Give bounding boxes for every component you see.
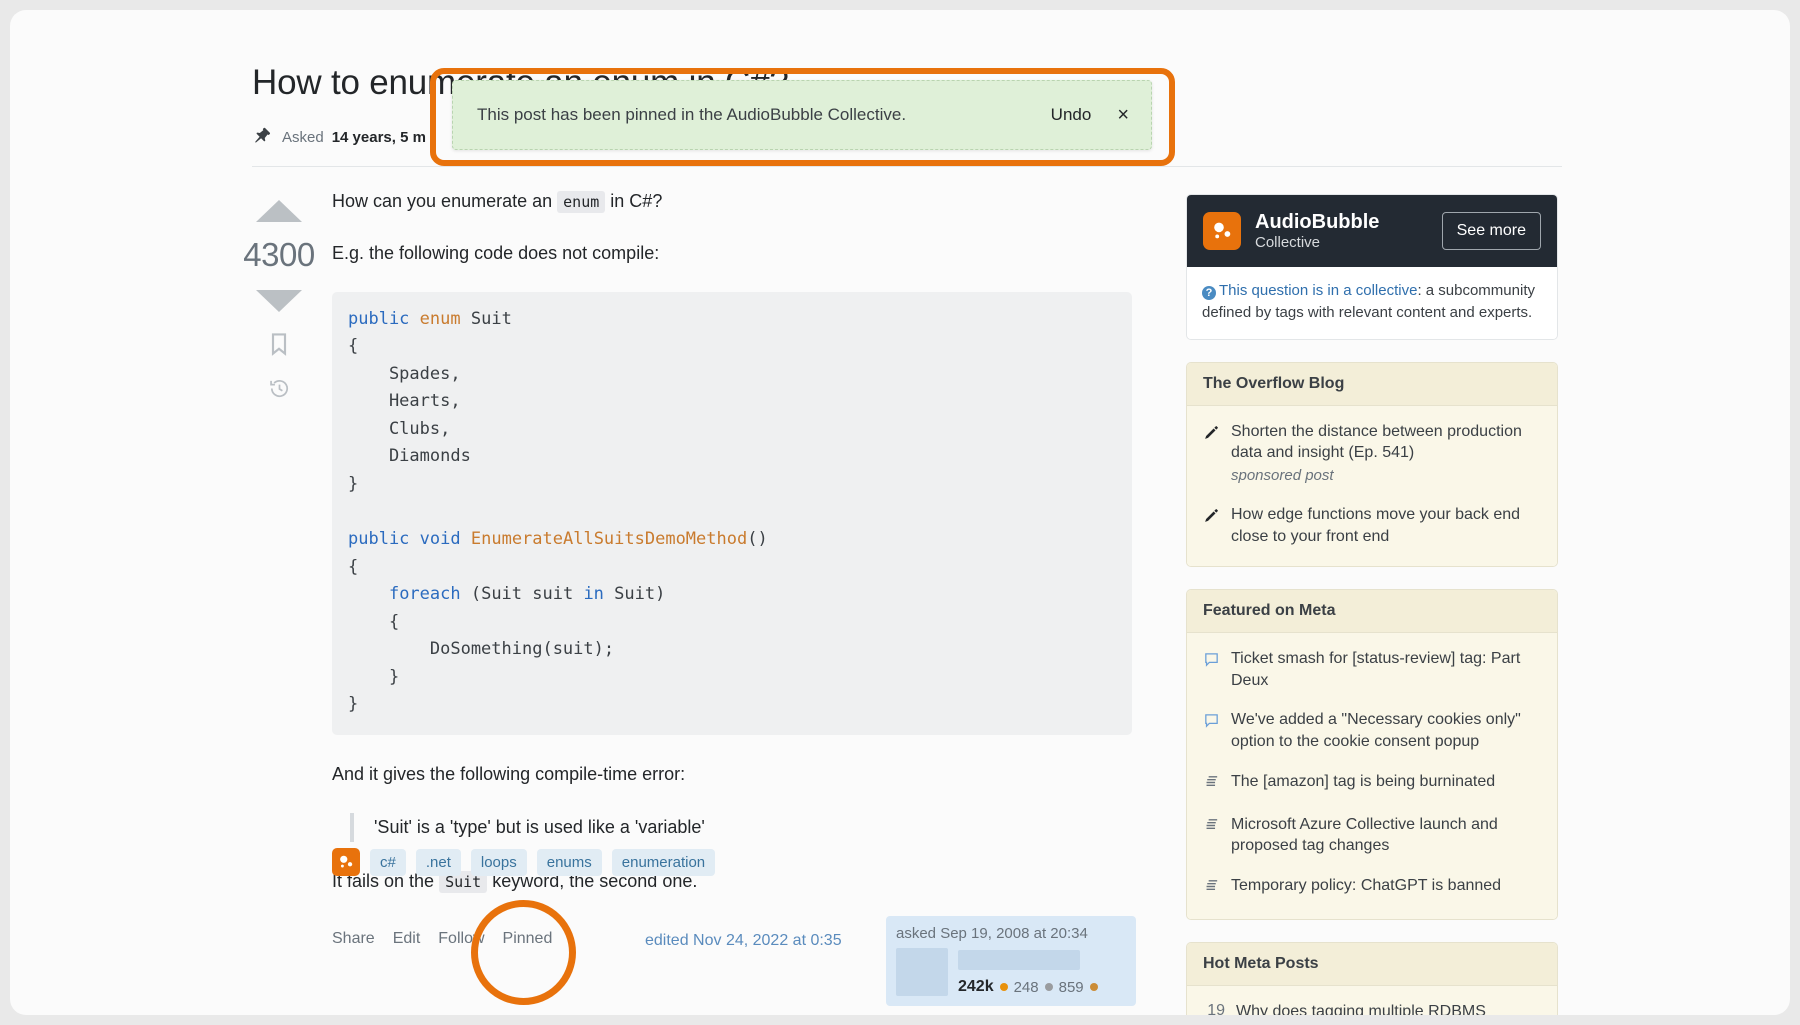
pencil-icon: [1203, 424, 1220, 446]
tag-item[interactable]: enums: [536, 848, 602, 876]
reputation-value: 242k: [958, 978, 994, 995]
intro-tail: in C#?: [610, 191, 663, 211]
overflow-blog-block: The Overflow Blog Shorten the distance b…: [1186, 361, 1558, 568]
silver-badge-icon: [1044, 983, 1053, 991]
edit-button[interactable]: Edit: [393, 930, 421, 948]
stacks-icon: [1203, 774, 1220, 796]
question-intro: How can you enumerate an enum in C#?: [332, 188, 1132, 216]
undo-button[interactable]: Undo: [1051, 105, 1092, 125]
tag-item[interactable]: loops: [470, 848, 527, 876]
share-button[interactable]: Share: [332, 930, 375, 948]
collective-card: AudioBubble Collective See more ? This qu…: [1186, 194, 1558, 340]
intro-text: How can you enumerate an: [332, 191, 553, 211]
hot-meta-posts-heading: Hot Meta Posts: [1187, 942, 1557, 986]
pencil-icon: [1203, 507, 1220, 529]
list-item[interactable]: Microsoft Azure Collective launch and pr…: [1187, 805, 1557, 866]
vote-count: 4300: [243, 236, 315, 273]
list-item[interactable]: The [amazon] tag is being burninated: [1187, 762, 1557, 805]
asked-label: Asked: [282, 128, 324, 146]
featured-on-meta-heading: Featured on Meta: [1187, 590, 1557, 634]
collective-subtitle: Collective: [1255, 234, 1321, 251]
asked-timestamp: asked Sep 19, 2008 at 20:34: [896, 925, 1088, 942]
browser-page: How to enumerate an enum in C#? Asked 14…: [10, 10, 1790, 1015]
vote-column: 4300: [243, 194, 315, 405]
upvote-arrow-icon[interactable]: [256, 200, 302, 222]
avatar[interactable]: [896, 948, 948, 996]
question-meta: Asked 14 years, 5 m: [252, 126, 426, 148]
list-item[interactable]: Ticket smash for [status-review] tag: Pa…: [1187, 639, 1557, 700]
header-divider: [252, 166, 1562, 167]
list-item-text: The [amazon] tag is being burninated: [1231, 772, 1496, 790]
bronze-badge-icon: [1089, 983, 1098, 991]
see-more-button[interactable]: See more: [1441, 212, 1541, 250]
pinned-toast: This post has been pinned in the AudioBu…: [452, 80, 1152, 150]
featured-on-meta-block: Featured on Meta Ticket smash for [statu…: [1186, 589, 1558, 920]
error-lead: And it gives the following compile-time …: [332, 763, 686, 784]
reputation-row: 242k 248 859: [958, 978, 1126, 996]
list-item-text: We've added a "Necessary cookies only" o…: [1231, 711, 1521, 750]
list-item[interactable]: We've added a "Necessary cookies only" o…: [1187, 700, 1557, 761]
close-icon[interactable]: ×: [1117, 105, 1129, 125]
silver-badge-count: 859: [1058, 978, 1084, 996]
question-lead: E.g. the following code does not compile…: [332, 242, 660, 263]
collective-tag-icon[interactable]: [332, 848, 360, 876]
question-body: How can you enumerate an enum in C#? E.g…: [332, 188, 1132, 920]
list-item-text: Temporary policy: ChatGPT is banned: [1231, 876, 1502, 894]
tag-item[interactable]: c#: [370, 848, 406, 876]
help-icon: ?: [1202, 286, 1216, 300]
edited-timestamp[interactable]: edited Nov 24, 2022 at 0:35: [645, 932, 842, 950]
stacks-icon: [1203, 817, 1220, 839]
code-block: public enum Suit { Spades, Hearts, Clubs…: [332, 291, 1132, 735]
list-item[interactable]: Shorten the distance between production …: [1187, 412, 1557, 495]
toast-message: This post has been pinned in the AudioBu…: [477, 105, 907, 124]
error-quote: 'Suit' is a 'type' but is used like a 'v…: [350, 812, 1132, 842]
pin-icon: [252, 126, 274, 148]
bookmark-icon[interactable]: [268, 332, 290, 361]
list-item-text: Ticket smash for [status-review] tag: Pa…: [1231, 650, 1521, 689]
gold-badge-count: 248: [1013, 978, 1039, 996]
asker-user-card: asked Sep 19, 2008 at 20:34 242k 248 859: [886, 916, 1136, 1006]
tag-item[interactable]: .net: [415, 848, 461, 876]
post-score: 19: [1207, 1001, 1225, 1015]
gold-badge-icon: [999, 983, 1008, 991]
inline-code-enum: enum: [557, 191, 606, 213]
overflow-blog-heading: The Overflow Blog: [1187, 362, 1557, 406]
list-item[interactable]: Temporary policy: ChatGPT is banned: [1187, 866, 1557, 909]
list-item[interactable]: How edge functions move your back end cl…: [1187, 495, 1557, 556]
collective-header: AudioBubble Collective See more: [1187, 195, 1557, 267]
stacks-icon: [1203, 878, 1220, 900]
asked-value: 14 years, 5 m: [331, 128, 426, 146]
tag-item[interactable]: enumeration: [611, 848, 716, 876]
collective-note: ? This question is in a collective: a sub…: [1187, 267, 1557, 339]
list-item[interactable]: 19 Why does tagging multiple RDBMS produ…: [1187, 992, 1557, 1015]
collective-name: AudioBubble: [1255, 211, 1380, 233]
speech-bubble-icon: [1203, 712, 1220, 734]
username-placeholder[interactable]: [958, 950, 1080, 970]
pinned-highlight-annotation: [471, 900, 576, 1005]
list-item-text: Microsoft Azure Collective launch and pr…: [1231, 815, 1498, 855]
sidebar: AudioBubble Collective See more ? This qu…: [1186, 194, 1558, 1015]
list-item-text: Why does tagging multiple RDBMS products…: [1236, 1002, 1486, 1015]
hot-meta-posts-block: Hot Meta Posts 19 Why does tagging multi…: [1186, 941, 1558, 1015]
speech-bubble-icon: [1203, 651, 1220, 673]
sponsored-label: sponsored post: [1231, 466, 1334, 484]
list-item-text: How edge functions move your back end cl…: [1231, 505, 1521, 545]
history-icon[interactable]: [268, 377, 291, 405]
collective-logo-icon: [1203, 212, 1241, 250]
tag-list: c# .net loops enums enumeration: [332, 848, 716, 876]
collective-note-link[interactable]: This question is in a collective: [1219, 282, 1417, 299]
list-item-text: Shorten the distance between production …: [1231, 422, 1522, 462]
downvote-arrow-icon[interactable]: [256, 290, 302, 312]
